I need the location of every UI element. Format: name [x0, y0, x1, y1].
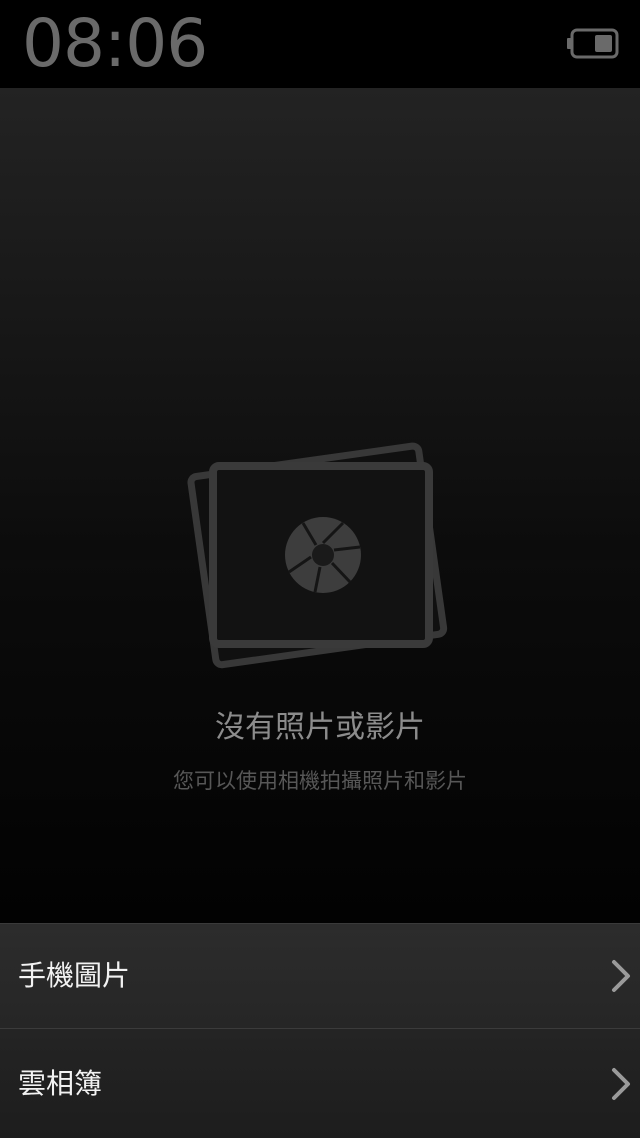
menu-item-phone-pictures[interactable]: 手機圖片	[0, 923, 640, 1028]
battery-icon	[567, 28, 619, 59]
empty-state-title: 沒有照片或影片	[215, 710, 425, 745]
chevron-right-icon	[612, 960, 630, 992]
menu-item-label: 雲相簿	[18, 1066, 103, 1100]
empty-state-subtitle: 您可以使用相機拍攝照片和影片	[173, 769, 467, 793]
menu-item-cloud-album[interactable]: 雲相簿	[0, 1029, 640, 1138]
status-bar: 08:06	[0, 0, 640, 88]
photo-stack-icon	[187, 442, 448, 669]
menu-item-label: 手機圖片	[18, 959, 131, 992]
album-menu: 手機圖片 雲相簿	[0, 923, 640, 1138]
gallery-screen: 08:06 沒有照片或影片 您可以使用相機拍攝照片和影片 手機圖片 雲相簿	[0, 0, 640, 1138]
empty-gallery-content: 沒有照片或影片 您可以使用相機拍攝照片和影片	[0, 88, 640, 923]
status-clock: 08:06	[22, 5, 208, 82]
chevron-right-icon	[612, 1067, 630, 1100]
